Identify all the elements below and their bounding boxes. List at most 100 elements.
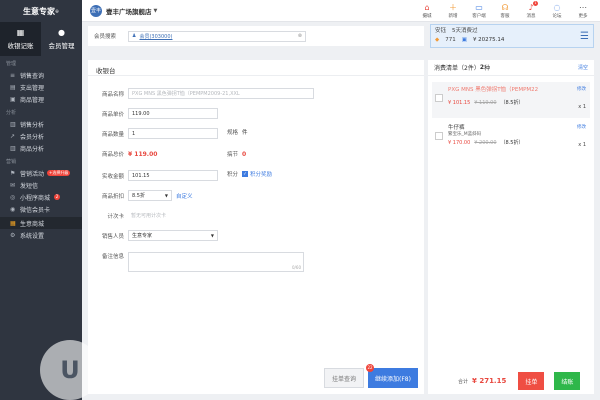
list-icon: ≡: [10, 71, 16, 79]
order-list-header: 消费清单 （2件） 2 种 清空: [428, 60, 594, 76]
discount-select[interactable]: 8.5折 ▼: [128, 190, 172, 201]
checkbox[interactable]: [435, 132, 443, 140]
tab-member[interactable]: ● 会员管理: [41, 22, 82, 56]
row-qty: 商品数量 1: [88, 128, 218, 139]
member-search-input[interactable]: ♟ 会员(303000) ⊗: [128, 30, 306, 42]
continue-add-button[interactable]: 继续添加(F8) 22: [366, 364, 418, 388]
checkbox[interactable]: [435, 94, 443, 102]
sidebar-item-sales-analysis[interactable]: ▥ 销售分析: [0, 118, 82, 130]
card-select[interactable]: 暂无可用计次卡: [128, 210, 218, 221]
shop-icon: ⌂: [424, 2, 430, 12]
row-staff: 销售人员 生意专家 ▼: [88, 230, 218, 241]
sidebar-item-mini-mall[interactable]: ◎ 小程序商城 2: [0, 191, 82, 203]
topbar-more[interactable]: ⋯ 更多: [570, 3, 596, 19]
wallet-icon: ▣: [461, 37, 467, 43]
product-name-input[interactable]: PXG MNS 黑色弹拐T恤（PEMPM2009-21,XXL: [128, 88, 314, 99]
grid-icon: ⋯: [579, 2, 587, 12]
total-label: 合计: [458, 378, 469, 385]
chart-icon: ▥: [10, 120, 16, 128]
member-name: 安钰: [435, 28, 447, 34]
custom-discount-link[interactable]: 自定义: [176, 192, 193, 200]
sidebar-item-wechat-card[interactable]: ◉ 微信会员卡: [0, 203, 82, 215]
sidebar-item-expense[interactable]: ▤ 支出管理: [0, 81, 82, 93]
sidebar-item-member-analysis[interactable]: ↗ 会员分析: [0, 130, 82, 142]
sidebar-item-settings[interactable]: ⚙ 系统设置: [0, 229, 82, 241]
section-title: 管理: [6, 61, 17, 67]
row-total: 商品总价 ¥ 119.00: [101, 150, 158, 159]
item-qty: x 1: [578, 104, 586, 110]
sidebar-item-sales-query[interactable]: ≡ 销售查询: [0, 69, 82, 81]
sidebar-item-sms[interactable]: ✉ 发短信: [0, 179, 82, 191]
order-footer: 合计 ¥ 271.15 挂单 结账: [428, 368, 594, 394]
box-icon: ▣: [10, 95, 16, 103]
topbar-client[interactable]: ▭ 客户端: [466, 3, 492, 19]
chevron-down-icon: ▼: [164, 193, 168, 198]
topbar-messages[interactable]: ♪ 消息 1: [518, 0, 544, 19]
row-remark: 备注信息 0/60: [88, 252, 304, 272]
checkout-button[interactable]: 结账: [554, 372, 581, 390]
tab-cashier[interactable]: ▦ 收银记账: [0, 22, 41, 56]
clear-icon[interactable]: ⊗: [298, 33, 302, 39]
topbar-service[interactable]: ☊ 客服: [492, 3, 518, 19]
continue-badge: 22: [366, 364, 374, 372]
row-discount-amount: 搞节 0: [226, 150, 247, 159]
list-item[interactable]: 牛仔裤 繁宝乐_M蓝斜码 ¥ 170.00 ¥ 200.00 （8.5折） 修改…: [432, 120, 590, 156]
row-paid: 实收金额 101.15: [88, 170, 218, 181]
item-price: ¥ 101.15 ¥ 119.00 （8.5折）: [448, 99, 524, 107]
wechat-icon: ◉: [10, 205, 16, 213]
edit-link[interactable]: 修改: [577, 124, 586, 130]
member-search-label: 会员搜索: [94, 34, 117, 40]
store-name[interactable]: 壹丰广场旗舰店: [106, 6, 152, 16]
headset-icon: ☊: [501, 2, 509, 12]
person-icon: ●: [58, 28, 65, 37]
staff-select[interactable]: 生意专家 ▼: [128, 230, 218, 241]
member-points: 771: [445, 37, 456, 43]
monitor-icon: ▭: [475, 2, 483, 12]
store-avatar: 壹丰: [90, 4, 102, 17]
qty-input[interactable]: 1: [128, 128, 218, 139]
trend-icon: ↗: [10, 132, 16, 140]
checkbox-icon[interactable]: ✓: [242, 171, 248, 177]
item-price: ¥ 170.00 ¥ 200.00 （8.5折）: [448, 139, 524, 147]
topbar-new[interactable]: ＋新增: [440, 3, 466, 19]
member-visit: 5天消费过: [452, 28, 478, 34]
sidebar-item-product-analysis[interactable]: ▥ 商品分析: [0, 142, 82, 154]
item-name: PXG MNS 黑色弹拐T恤（PEMPM22: [448, 87, 539, 93]
chevron-down-icon[interactable]: ▼: [154, 8, 158, 14]
member-search-bar: 会员搜索 ♟ 会员(303000) ⊗: [88, 26, 424, 46]
points-icon: ◆: [435, 37, 440, 43]
total-value: ¥ 119.00: [128, 150, 158, 158]
bars-icon: ▥: [10, 144, 16, 152]
sidebar-item-store[interactable]: ▦ 生意商城: [0, 217, 82, 229]
plus-icon: ＋: [449, 2, 457, 12]
clear-button[interactable]: 清空: [578, 64, 588, 71]
discount-amount-value: 0: [242, 150, 247, 158]
chevron-down-icon: ▼: [210, 233, 214, 238]
edit-link[interactable]: 修改: [577, 86, 586, 92]
top-icons: ⌂ 摄城 ＋新增 ▭ 客户端 ☊ 客服 ♪ 消息 1 ◌ 论坛 ⋯ 更多: [414, 0, 596, 19]
cashier-panel: 收银台 商品名称 PXG MNS 黑色弹拐T恤（PEMPM2009-21,XXL…: [88, 60, 424, 394]
doc-icon: ▤: [10, 83, 16, 91]
calculator-icon: ▦: [16, 28, 25, 37]
topbar-shop[interactable]: ⌂ 摄城: [414, 3, 440, 19]
topbar-forum[interactable]: ◌ 论坛: [544, 3, 570, 19]
item-sub: 繁宝乐_M蓝斜码: [448, 132, 482, 137]
hold-query-button[interactable]: 挂单查询: [324, 368, 364, 388]
paid-input[interactable]: 101.15: [128, 170, 218, 181]
remark-textarea[interactable]: 0/60: [128, 252, 304, 272]
menu-icon[interactable]: ☰: [580, 31, 589, 42]
member-info-card[interactable]: 安钰 5天消费过 ◆ 771 ▣ ¥ 20275.14 ☰: [430, 24, 594, 48]
points-reward-label[interactable]: 积分奖励: [250, 170, 272, 178]
row-product-name: 商品名称 PXG MNS 黑色弹拐T恤（PEMPM2009-21,XXL: [88, 88, 314, 99]
list-item[interactable]: PXG MNS 黑色弹拐T恤（PEMPM22 ¥ 101.15 ¥ 119.00…: [432, 82, 590, 118]
sidebar-item-products[interactable]: ▣ 商品管理: [0, 93, 82, 105]
message-count: 1: [533, 0, 538, 6]
flag-icon: ⚑: [10, 169, 16, 177]
chat-icon: ◌: [553, 2, 561, 12]
hang-order-button[interactable]: 挂单: [518, 372, 545, 390]
item-qty: x 1: [578, 142, 586, 148]
colorful-grid-icon: ▦: [10, 219, 16, 227]
app-logo[interactable]: 生意专家 ®: [0, 0, 82, 22]
unit-price-input[interactable]: 119.00: [128, 108, 218, 119]
sidebar-item-marketing[interactable]: ⚑ 营销活动 +选择升级: [0, 167, 82, 179]
